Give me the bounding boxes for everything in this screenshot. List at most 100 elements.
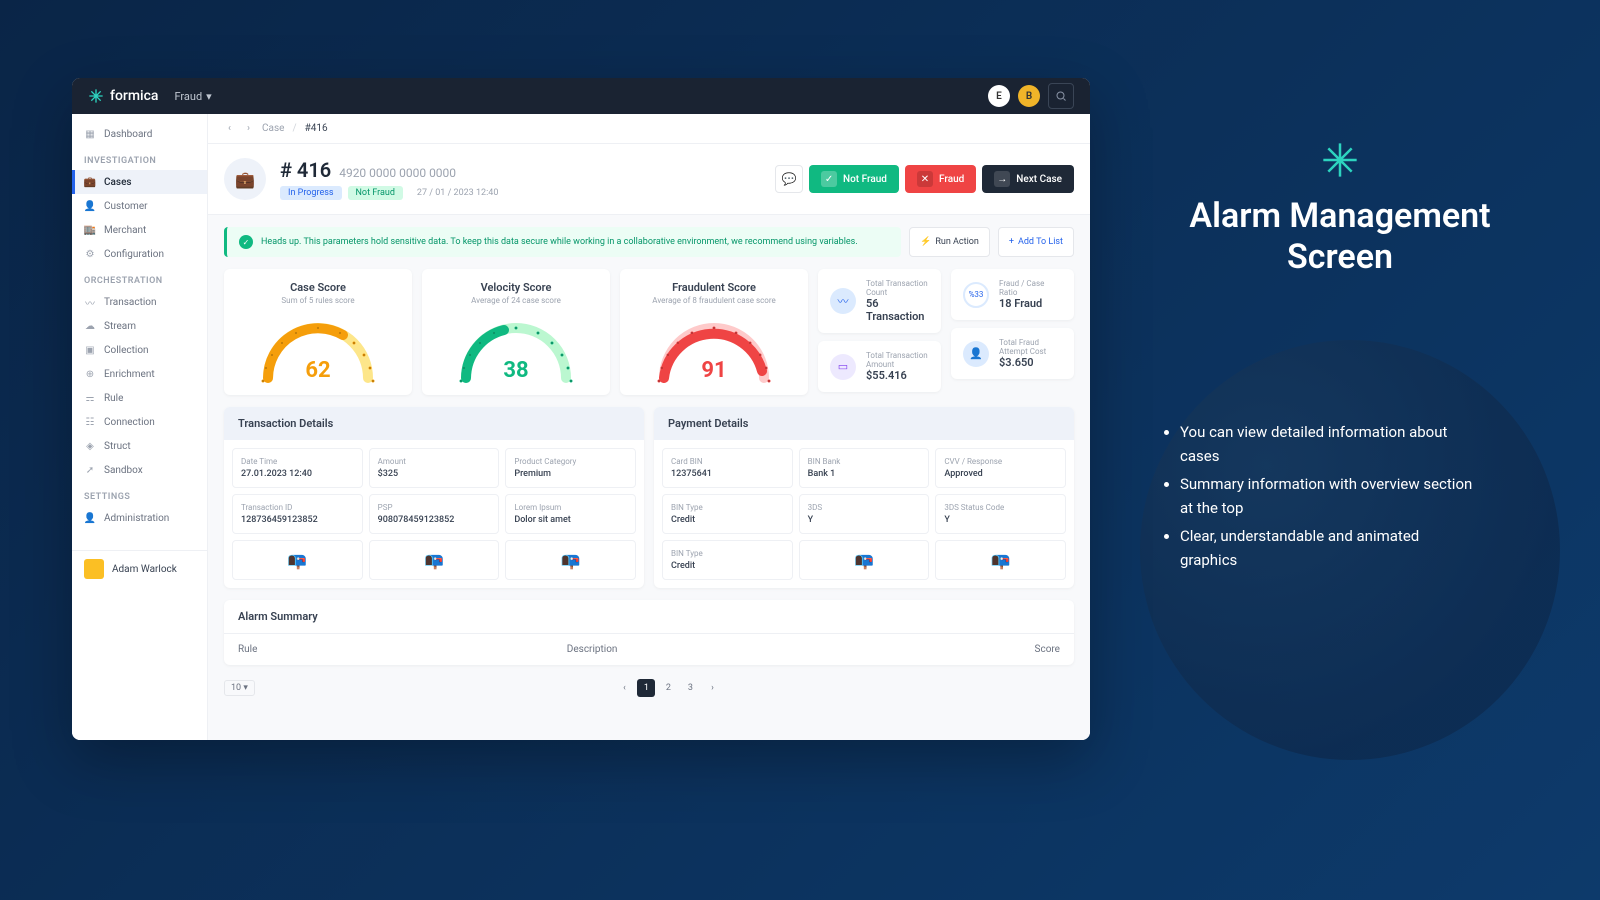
sidebar-item-configuration[interactable]: ⚙Configuration	[72, 242, 207, 266]
check-icon: ✓	[821, 171, 837, 187]
inbox-icon: 📭	[991, 551, 1011, 570]
plus-icon: +	[1009, 237, 1014, 247]
sidebar-item-merchant[interactable]: 🏬Merchant	[72, 218, 207, 242]
page-2[interactable]: 2	[659, 679, 677, 697]
sidebar-item-enrichment[interactable]: ⊕Enrichment	[72, 362, 207, 386]
detail-cell: PSP908078459123852	[369, 494, 500, 534]
sidebar-item-cases[interactable]: 💼Cases	[72, 170, 207, 194]
sidebar-item-customer[interactable]: 👤Customer	[72, 194, 207, 218]
comment-button[interactable]: 💬	[775, 165, 803, 193]
inbox-icon: 📭	[854, 551, 874, 570]
globe-icon: ⊕	[84, 368, 96, 380]
inbox-icon: 📭	[424, 551, 444, 570]
tag-date: 27 / 01 / 2023 12:40	[409, 186, 506, 200]
sidebar-item-stream[interactable]: ☁Stream	[72, 314, 207, 338]
detail-cell: BIN TypeCredit	[662, 540, 793, 580]
detail-cell: BIN BankBank 1	[799, 448, 930, 488]
cloud-icon: ☁	[84, 320, 96, 332]
detail-cell-empty: 📭	[505, 540, 636, 580]
chevron-down-icon: ▾	[206, 90, 212, 103]
content: ‹ › Case / #416 💼 # 416 4920 0000 0000 0…	[208, 114, 1090, 740]
briefcase-icon: 💼	[84, 176, 96, 188]
fraud-button[interactable]: ✕Fraud	[905, 165, 976, 193]
inbox-icon: 📭	[561, 551, 581, 570]
topbar: formica Fraud ▾ E B	[72, 78, 1090, 114]
admin-icon: 👤	[84, 512, 96, 524]
sidebar-item-transaction[interactable]: 〰Transaction	[72, 290, 207, 314]
workspace-dropdown[interactable]: Fraud ▾	[174, 90, 211, 103]
stat-tx-amount: ▭ Total Transaction Amount$55.416	[818, 341, 941, 392]
not-fraud-button[interactable]: ✓Not Fraud	[809, 165, 899, 193]
sidebar-section: SETTINGS	[72, 482, 207, 506]
promo-snowflake-icon	[1320, 140, 1360, 180]
store-icon: 🏬	[84, 224, 96, 236]
sidebar-user[interactable]: Adam Warlock	[72, 550, 207, 587]
alarm-col-rule[interactable]: Rule	[238, 644, 567, 655]
case-title: # 416	[280, 158, 331, 182]
payment-details-card: Payment Details Card BIN12375641BIN Bank…	[654, 407, 1074, 588]
breadcrumb-forward[interactable]: ›	[243, 121, 254, 136]
detail-cell: 3DS Status CodeY	[935, 494, 1066, 534]
sidebar-item-administration[interactable]: 👤Administration	[72, 506, 207, 530]
detail-cell-empty: 📭	[935, 540, 1066, 580]
sidebar-item-connection[interactable]: ☷Connection	[72, 410, 207, 434]
promo-bullets: You can view detailed information about …	[1180, 420, 1480, 576]
sidebar-item-dashboard[interactable]: ▦Dashboard	[72, 122, 207, 146]
folder-icon: ▣	[84, 344, 96, 356]
stat-fraud-ratio: %33 Fraud / Case Ratio18 Fraud	[951, 269, 1074, 320]
sidebar-section: INVESTIGATION	[72, 146, 207, 170]
tree-icon: ⚎	[84, 392, 96, 404]
page-prev[interactable]: ‹	[615, 679, 633, 697]
sidebar-section: ORCHESTRATION	[72, 266, 207, 290]
struct-icon: ◈	[84, 440, 96, 452]
page-size-selector[interactable]: 10 ▾	[224, 680, 255, 696]
app-window: formica Fraud ▾ E B ▦Dashboard INVESTIGA…	[72, 78, 1090, 740]
sidebar-item-sandbox[interactable]: ➚Sandbox	[72, 458, 207, 482]
alarm-col-description[interactable]: Description	[567, 644, 978, 655]
breadcrumb-case[interactable]: Case	[262, 123, 284, 134]
bolt-icon: ⚡	[920, 237, 931, 247]
page-3[interactable]: 3	[681, 679, 699, 697]
transaction-details-card: Transaction Details Date Time27.01.2023 …	[224, 407, 644, 588]
detail-cell: CVV / ResponseApproved	[935, 448, 1066, 488]
rocket-icon: ➚	[84, 464, 96, 476]
promo-panel: Alarm ManagementScreen	[1160, 140, 1520, 278]
detail-cell: Card BIN12375641	[662, 448, 793, 488]
page-next[interactable]: ›	[703, 679, 721, 697]
person-icon: 👤	[963, 341, 989, 367]
sidebar-item-collection[interactable]: ▣Collection	[72, 338, 207, 362]
case-card-number: 4920 0000 0000 0000	[339, 166, 456, 180]
case-score-value: 62	[236, 358, 400, 383]
user-icon: 👤	[84, 200, 96, 212]
fraudulent-score-value: 91	[632, 358, 796, 383]
alarm-col-score[interactable]: Score	[978, 644, 1060, 655]
run-action-button[interactable]: ⚡Run Action	[909, 227, 990, 257]
velocity-score-value: 38	[434, 358, 598, 383]
detail-cell-empty: 📭	[369, 540, 500, 580]
add-to-list-button[interactable]: +Add To List	[998, 227, 1074, 257]
sidebar-item-struct[interactable]: ◈Struct	[72, 434, 207, 458]
breadcrumb-back[interactable]: ‹	[224, 121, 235, 136]
arrow-right-icon: →	[994, 171, 1010, 187]
tag-in-progress: In Progress	[280, 186, 342, 200]
case-header: 💼 # 416 4920 0000 0000 0000 In Progress …	[208, 144, 1090, 215]
detail-cell: Date Time27.01.2023 12:40	[232, 448, 363, 488]
detail-cell: Product CategoryPremium	[505, 448, 636, 488]
grid-icon: ▦	[84, 128, 96, 140]
avatar-e[interactable]: E	[988, 85, 1010, 107]
detail-cell: 3DSY	[799, 494, 930, 534]
velocity-score-card: Velocity Score Average of 24 case score …	[422, 269, 610, 395]
activity-icon: 〰	[84, 296, 96, 308]
next-case-button[interactable]: →Next Case	[982, 165, 1074, 193]
page-1[interactable]: 1	[637, 679, 655, 697]
brand-logo: formica	[88, 88, 158, 104]
avatar-b[interactable]: B	[1018, 85, 1040, 107]
user-avatar-icon	[84, 559, 104, 579]
search-icon	[1055, 90, 1067, 102]
breadcrumb-separator: /	[292, 123, 296, 134]
check-circle-icon: ✓	[239, 235, 253, 249]
tag-not-fraud: Not Fraud	[348, 186, 403, 200]
detail-cell: BIN TypeCredit	[662, 494, 793, 534]
sidebar-item-rule[interactable]: ⚎Rule	[72, 386, 207, 410]
search-button[interactable]	[1048, 83, 1074, 109]
